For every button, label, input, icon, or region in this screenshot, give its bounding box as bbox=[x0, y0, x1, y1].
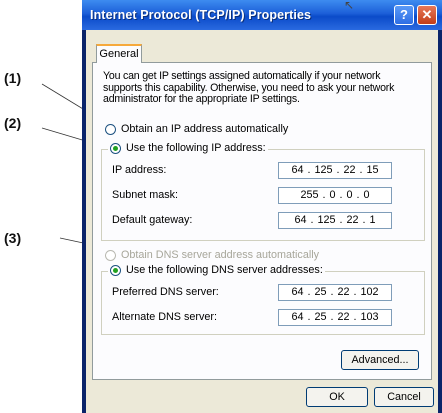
help-button[interactable]: ? bbox=[394, 5, 414, 25]
general-tab-panel: You can get IP settings assigned automat… bbox=[92, 62, 432, 380]
tcpip-properties-dialog: Internet Protocol (TCP/IP) Properties ↖ … bbox=[82, 0, 442, 413]
alternate-dns-field[interactable]: 64 . 25 . 22 . 103 bbox=[278, 309, 392, 326]
description-text: You can get IP settings assigned automat… bbox=[103, 70, 395, 106]
dialog-client-area: General You can get IP settings assigned… bbox=[86, 30, 438, 413]
use-following-dns-label: Use the following DNS server addresses: bbox=[126, 264, 323, 276]
obtain-dns-auto-option[interactable]: Obtain DNS server address automatically bbox=[105, 249, 319, 261]
subnet-mask-field[interactable]: 255 . 0 . 0 . 0 bbox=[278, 187, 392, 204]
preferred-dns-field[interactable]: 64 . 25 . 22 . 102 bbox=[278, 284, 392, 301]
use-following-ip-radio[interactable] bbox=[110, 142, 121, 154]
use-following-ip-option[interactable]: Use the following IP address: bbox=[108, 142, 268, 154]
advanced-button[interactable]: Advanced... bbox=[341, 350, 419, 370]
obtain-ip-auto-label: Obtain an IP address automatically bbox=[121, 123, 289, 135]
tab-general[interactable]: General bbox=[96, 44, 142, 63]
title-bar[interactable]: Internet Protocol (TCP/IP) Properties ↖ … bbox=[82, 0, 442, 30]
obtain-dns-auto-radio[interactable] bbox=[105, 249, 116, 261]
dns-server-group: Use the following DNS server addresses: … bbox=[101, 264, 425, 335]
close-button[interactable]: ✕ bbox=[417, 5, 437, 25]
ok-button[interactable]: OK bbox=[306, 387, 368, 407]
mouse-cursor-icon: ↖ bbox=[344, 0, 355, 12]
window-title: Internet Protocol (TCP/IP) Properties bbox=[90, 8, 312, 22]
use-following-dns-radio[interactable] bbox=[110, 264, 121, 276]
subnet-mask-label: Subnet mask: bbox=[112, 189, 179, 201]
use-following-ip-label: Use the following IP address: bbox=[126, 142, 266, 154]
obtain-dns-auto-label: Obtain DNS server address automatically bbox=[121, 249, 320, 261]
ip-address-field[interactable]: 64 . 125 . 22 . 15 bbox=[278, 162, 392, 179]
obtain-ip-auto-radio[interactable] bbox=[105, 123, 116, 135]
alternate-dns-label: Alternate DNS server: bbox=[112, 311, 218, 323]
ip-address-label: IP address: bbox=[112, 164, 167, 176]
cancel-button[interactable]: Cancel bbox=[374, 387, 434, 407]
preferred-dns-label: Preferred DNS server: bbox=[112, 286, 219, 298]
use-following-dns-option[interactable]: Use the following DNS server addresses: bbox=[108, 264, 325, 276]
obtain-ip-auto-option[interactable]: Obtain an IP address automatically bbox=[105, 123, 288, 135]
default-gateway-label: Default gateway: bbox=[112, 214, 193, 226]
ip-address-group: Use the following IP address: IP address… bbox=[101, 142, 425, 241]
default-gateway-field[interactable]: 64 . 125 . 22 . 1 bbox=[278, 212, 392, 229]
